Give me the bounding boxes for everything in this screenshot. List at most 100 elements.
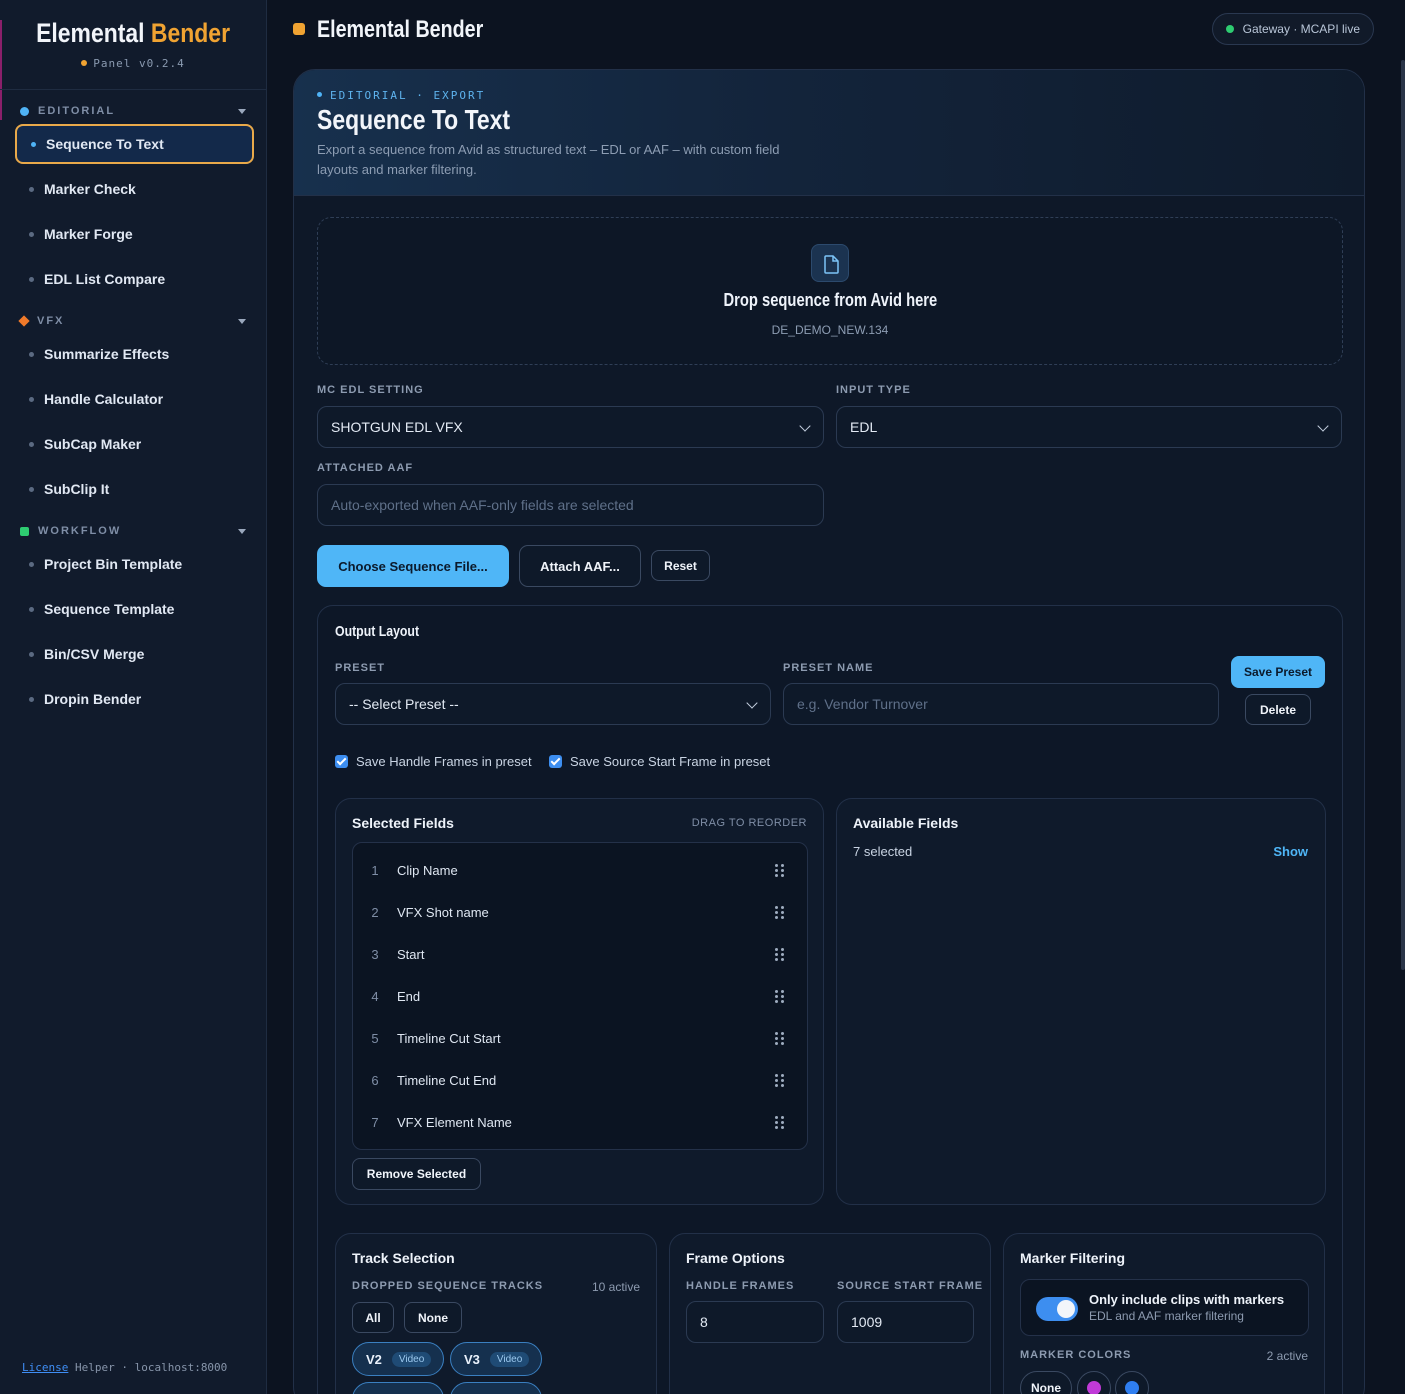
chevron-down-icon[interactable] [238, 318, 246, 324]
available-fields-panel: Available Fields 7 selected Show [836, 798, 1326, 1205]
chevron-down-icon [1317, 420, 1329, 432]
list-item[interactable]: 4 End [353, 975, 807, 1017]
section-vfx-header[interactable]: VFX [18, 312, 246, 330]
checkbox-checked-icon [549, 755, 562, 768]
input-type-label: INPUT TYPE [836, 384, 911, 396]
input-type-select[interactable]: EDL [836, 406, 1342, 448]
mc-edl-select[interactable]: SHOTGUN EDL VFX [317, 406, 824, 448]
status-dot-icon [1225, 25, 1234, 33]
source-start-input[interactable]: 1009 [837, 1301, 974, 1343]
drag-handle-icon[interactable] [767, 947, 791, 961]
sidebar-item-marker-check[interactable]: Marker Check [15, 169, 254, 209]
drag-handle-icon[interactable] [767, 1073, 791, 1087]
available-fields-title: Available Fields [853, 815, 959, 831]
marker-colors-active: 2 active [1266, 1349, 1308, 1363]
track-pill-v2[interactable]: V2 Video [352, 1342, 444, 1376]
sidebar-item-sequence-to-text[interactable]: Sequence To Text [15, 124, 254, 164]
drag-handle-icon[interactable] [767, 1115, 791, 1129]
breadcrumb: EDITORIAL · EXPORT [317, 89, 485, 102]
scrollbar[interactable] [1401, 60, 1405, 970]
toggle-title: Only include clips with markers [1089, 1292, 1285, 1307]
list-item[interactable]: 6 Timeline Cut End [353, 1059, 807, 1101]
output-layout-title: Output Layout [335, 623, 420, 640]
hero-title: Sequence To Text [317, 104, 511, 135]
marker-color-swatch[interactable] [1115, 1371, 1149, 1394]
section-editorial-header[interactable]: EDITORIAL [20, 102, 246, 120]
list-item[interactable]: 7 VFX Element Name [353, 1101, 807, 1143]
reset-button[interactable]: Reset [651, 550, 710, 581]
none-tracks-button[interactable]: None [404, 1302, 462, 1333]
sidebar-item-project-bin-template[interactable]: Project Bin Template [15, 544, 254, 584]
tracks-active-count: 10 active [591, 1280, 640, 1294]
sidebar-item-bin-csv-merge[interactable]: Bin/CSV Merge [15, 634, 254, 674]
handle-frames-label: HANDLE FRAMES [686, 1280, 795, 1292]
frame-options-panel: Frame Options HANDLE FRAMES 8 SOURCE STA… [669, 1233, 991, 1394]
vfx-diamond-icon [18, 315, 30, 327]
sidebar-footer: License Helper · localhost:8000 [22, 1361, 228, 1374]
preset-select[interactable]: -- Select Preset -- [335, 683, 771, 725]
chevron-down-icon [799, 420, 811, 432]
marker-filtering-title: Marker Filtering [1020, 1250, 1126, 1266]
section-workflow-header[interactable]: WORKFLOW [20, 522, 246, 540]
list-item[interactable]: 2 VFX Shot name [353, 891, 807, 933]
license-link[interactable]: License [22, 1361, 68, 1374]
chevron-down-icon[interactable] [238, 528, 246, 534]
drag-hint: DRAG TO REORDER [691, 817, 807, 829]
sidebar-item-subclip-it[interactable]: SubClip It [15, 469, 254, 509]
preset-name-input[interactable]: e.g. Vendor Turnover [783, 683, 1219, 725]
mc-edl-label: MC EDL SETTING [317, 384, 424, 396]
save-preset-button[interactable]: Save Preset [1231, 656, 1325, 688]
attach-aaf-button[interactable]: Attach AAF... [519, 545, 641, 587]
topbar: Elemental Bender Gateway · MCAPI live [268, 0, 1405, 60]
tracks-label: DROPPED SEQUENCE TRACKS [352, 1280, 544, 1292]
drag-handle-icon[interactable] [767, 863, 791, 877]
list-item[interactable]: 5 Timeline Cut Start [353, 1017, 807, 1059]
sidebar-item-summarize-effects[interactable]: Summarize Effects [15, 334, 254, 374]
brand: Elemental Bender Panel v0.2.4 [0, 0, 266, 90]
gateway-status-badge: Gateway · MCAPI live [1211, 13, 1374, 45]
sequence-dropzone[interactable]: Drop sequence from Avid here DE_DEMO_NEW… [317, 217, 1343, 365]
save-source-start-checkbox[interactable]: Save Source Start Frame in preset [549, 754, 770, 769]
list-item[interactable]: 3 Start [353, 933, 807, 975]
sidebar: Elemental Bender Panel v0.2.4 EDITORIAL … [0, 0, 267, 1394]
preset-label: PRESET [335, 662, 386, 674]
sidebar-item-dropin-bender[interactable]: Dropin Bender [15, 679, 254, 719]
chevron-down-icon [746, 697, 758, 709]
marker-colors-none-button[interactable]: None [1020, 1371, 1072, 1394]
track-pill[interactable] [352, 1382, 444, 1394]
sidebar-item-sequence-template[interactable]: Sequence Template [15, 589, 254, 629]
drag-handle-icon[interactable] [767, 989, 791, 1003]
marker-only-toggle[interactable] [1036, 1297, 1078, 1321]
drag-handle-icon[interactable] [767, 1031, 791, 1045]
remove-selected-button[interactable]: Remove Selected [352, 1158, 481, 1190]
sidebar-item-edl-list-compare[interactable]: EDL List Compare [15, 259, 254, 299]
track-pill[interactable] [450, 1382, 542, 1394]
available-count: 7 selected [853, 844, 913, 859]
delete-preset-button[interactable]: Delete [1245, 694, 1311, 725]
preset-name-label: PRESET NAME [783, 662, 874, 674]
dropzone-filename: DE_DEMO_NEW.134 [771, 323, 889, 337]
marker-color-swatch[interactable] [1077, 1371, 1111, 1394]
selected-fields-list: 1 Clip Name 2 VFX Shot name 3 Start 4 End 5T… [352, 842, 808, 1150]
drag-handle-icon[interactable] [767, 905, 791, 919]
workflow-square-icon [20, 526, 29, 536]
checkbox-checked-icon [335, 755, 348, 768]
output-layout-panel: Output Layout PRESET -- Select Preset --… [317, 605, 1343, 1394]
all-tracks-button[interactable]: All [352, 1302, 394, 1333]
show-link[interactable]: Show [1273, 844, 1308, 859]
dropzone-title: Drop sequence from Avid here [723, 290, 937, 310]
sidebar-item-subcap-maker[interactable]: SubCap Maker [15, 424, 254, 464]
chevron-down-icon[interactable] [238, 108, 246, 114]
attached-aaf-input[interactable]: Auto-exported when AAF-only fields are s… [317, 484, 824, 526]
sidebar-item-marker-forge[interactable]: Marker Forge [15, 214, 254, 254]
choose-sequence-button[interactable]: Choose Sequence File... [317, 545, 509, 587]
app-square-icon [293, 23, 305, 35]
list-item[interactable]: 1 Clip Name [353, 849, 807, 891]
editorial-dot-icon [20, 106, 29, 116]
sidebar-item-handle-calculator[interactable]: Handle Calculator [15, 379, 254, 419]
track-selection-panel: Track Selection DROPPED SEQUENCE TRACKS … [335, 1233, 657, 1394]
save-handles-checkbox[interactable]: Save Handle Frames in preset [335, 754, 532, 769]
handle-frames-input[interactable]: 8 [686, 1301, 824, 1343]
selected-fields-panel: Selected Fields DRAG TO REORDER 1 Clip Na… [335, 798, 824, 1205]
track-pill-v3[interactable]: V3 Video [450, 1342, 542, 1376]
